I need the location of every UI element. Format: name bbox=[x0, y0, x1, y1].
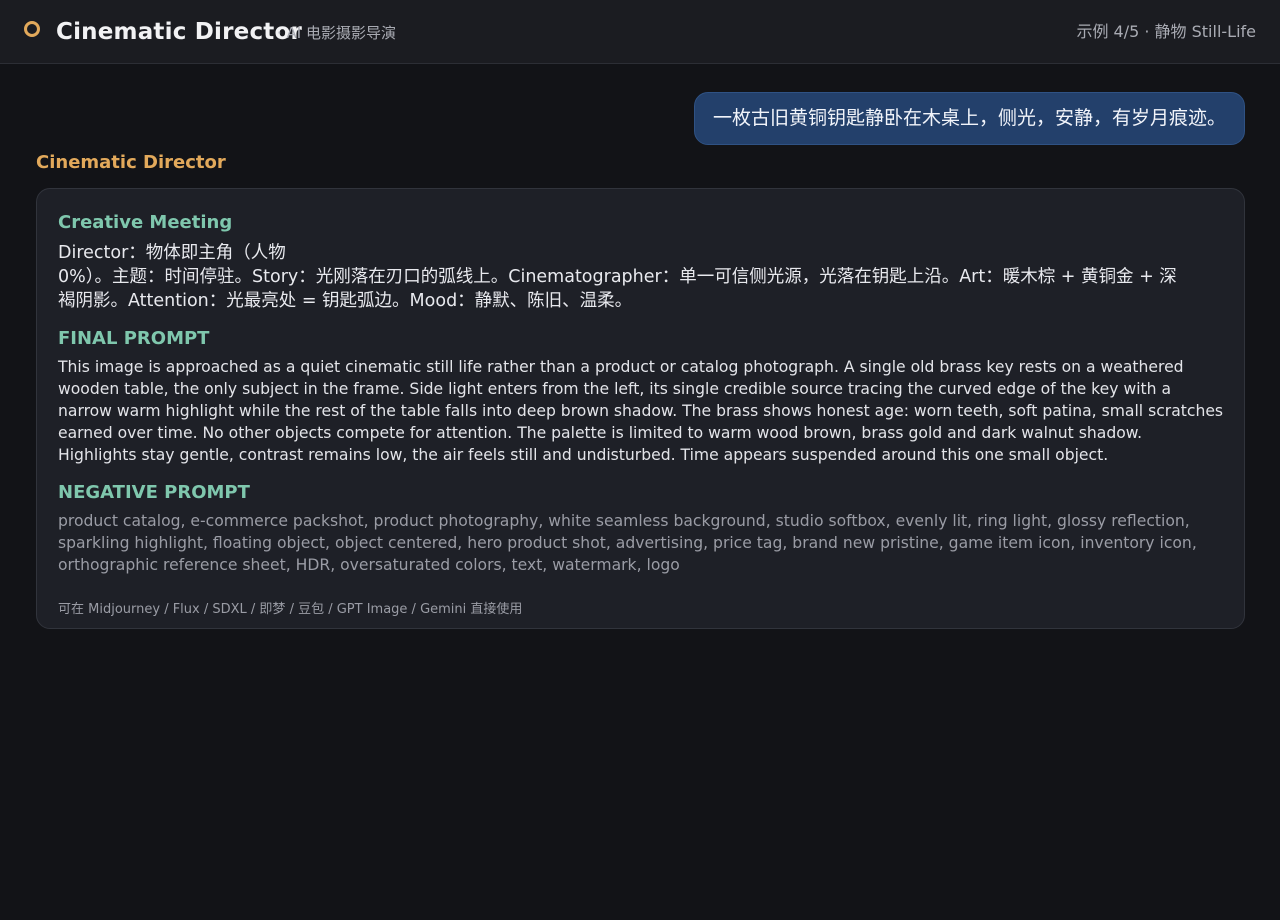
creative-meeting-title: Creative Meeting bbox=[58, 212, 233, 233]
creative-meeting-line-rest: 0%）。主题：时间停驻。Story：光刚落在刃口的弧线上。Cinematogra… bbox=[58, 267, 1177, 311]
user-message-bubble: 一枚古旧黄铜钥匙静卧在木桌上，侧光，安静，有岁月痕迹。 bbox=[693, 92, 1245, 145]
usage-note: 可在 Midjourney / Flux / SDXL / 即梦 / 豆包 / … bbox=[58, 602, 523, 617]
creative-meeting-line-1: Director：物体即主角（人物 bbox=[58, 243, 286, 263]
top-bar: Cinematic Director · AI 电影摄影导演 示例 4/5 · … bbox=[0, 0, 1280, 64]
assistant-name: Cinematic Director bbox=[36, 152, 226, 173]
app-title: Cinematic Director bbox=[56, 19, 303, 45]
final-prompt-title: FINAL PROMPT bbox=[58, 328, 210, 349]
negative-prompt-title: NEGATIVE PROMPT bbox=[58, 482, 250, 503]
final-prompt-text[interactable]: This image is approached as a quiet cine… bbox=[58, 356, 1224, 466]
negative-prompt-text[interactable]: product catalog, e-commerce packshot, pr… bbox=[58, 510, 1224, 576]
assistant-response-card: Creative Meeting Director：物体即主角（人物 0%）。主… bbox=[36, 188, 1245, 629]
app-subtitle: · AI 电影摄影导演 bbox=[277, 24, 396, 42]
creative-meeting-text: Director：物体即主角（人物 0%）。主题：时间停驻。Story：光刚落在… bbox=[58, 241, 1188, 313]
ring-logo-icon bbox=[24, 21, 40, 37]
example-indicator: 示例 4/5 · 静物 Still-Life bbox=[1076, 22, 1256, 41]
